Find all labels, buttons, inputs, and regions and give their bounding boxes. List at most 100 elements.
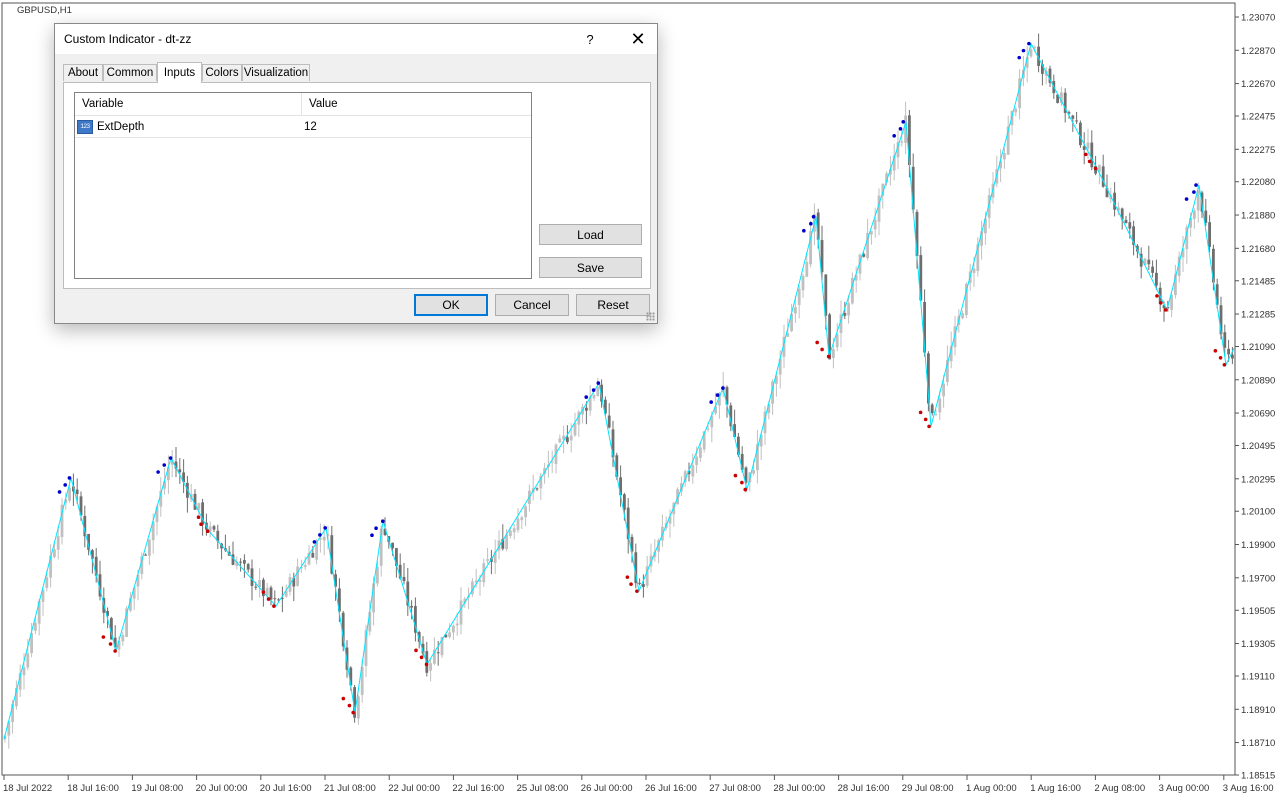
- price-tick-label: 1.21880: [1241, 211, 1275, 222]
- swing-high-marker: [57, 490, 62, 494]
- candle-body: [516, 518, 520, 531]
- tab-inputs[interactable]: Inputs: [157, 62, 202, 83]
- swing-high-marker: [802, 228, 806, 233]
- swing-low-marker: [199, 522, 203, 527]
- swing-high-marker: [709, 400, 713, 404]
- time-tick-label: 28 Jul 00:00: [773, 783, 825, 794]
- price-tick-label: 1.20890: [1241, 375, 1275, 386]
- swing-high-marker: [596, 381, 601, 385]
- time-tick-label: 1 Aug 00:00: [966, 783, 1017, 794]
- reset-button[interactable]: Reset: [576, 294, 650, 316]
- candle-body: [303, 565, 307, 567]
- variable-column-header[interactable]: Variable: [75, 93, 302, 115]
- price-tick-label: 1.23070: [1241, 13, 1275, 24]
- price-tick-label: 1.22870: [1241, 46, 1275, 57]
- time-tick-label: 25 Jul 08:00: [517, 783, 569, 794]
- candle-body: [459, 600, 463, 625]
- load-button[interactable]: Load: [539, 224, 642, 245]
- candle-body: [1193, 210, 1196, 219]
- value-cell[interactable]: 12: [304, 116, 531, 137]
- help-button[interactable]: ?: [575, 24, 605, 54]
- symbol-label: GBPUSD,H1: [17, 5, 72, 16]
- time-tick-label: 29 Jul 08:00: [902, 783, 954, 794]
- candle-body: [269, 587, 273, 600]
- candle-body: [250, 568, 254, 586]
- grid-header: Variable Value: [75, 93, 531, 116]
- swing-low-marker: [743, 487, 748, 492]
- tab-common[interactable]: Common: [103, 64, 157, 81]
- price-tick-label: 1.20690: [1241, 409, 1275, 420]
- candle-body: [265, 587, 269, 596]
- swing-low-marker: [625, 575, 630, 579]
- candle-body: [1147, 259, 1151, 265]
- ok-button[interactable]: OK: [414, 294, 488, 316]
- candle-body: [592, 395, 596, 399]
- price-tick-label: 1.20100: [1241, 507, 1275, 518]
- price-tick-label: 1.19305: [1241, 639, 1275, 650]
- candle-body: [752, 470, 755, 474]
- resize-grip[interactable]: [646, 312, 655, 321]
- price-tick-label: 1.22275: [1241, 145, 1275, 156]
- value-column-header[interactable]: Value: [302, 93, 531, 115]
- time-tick-label: 19 Jul 08:00: [131, 783, 183, 794]
- swing-low-marker: [1213, 348, 1218, 353]
- swing-high-marker: [898, 127, 903, 131]
- cancel-button[interactable]: Cancel: [495, 294, 569, 316]
- candle-body: [1079, 122, 1082, 146]
- swing-low-marker: [196, 515, 201, 520]
- candle-body: [934, 414, 938, 416]
- swing-low-marker: [113, 649, 117, 653]
- candle-body: [178, 469, 182, 473]
- candle-body: [75, 489, 79, 494]
- time-tick-label: 3 Aug 00:00: [1159, 783, 1210, 794]
- candle-body: [144, 554, 147, 556]
- swing-high-marker: [721, 386, 725, 390]
- candle-body: [254, 586, 258, 588]
- dialog-titlebar[interactable]: Custom Indicator - dt-zz ? ✕: [55, 24, 657, 54]
- tab-colors[interactable]: Colors: [202, 64, 242, 81]
- candle-body: [797, 288, 801, 305]
- time-tick-label: 22 Jul 16:00: [452, 783, 504, 794]
- price-tick-label: 1.19700: [1241, 573, 1275, 584]
- swing-low-marker: [341, 696, 346, 701]
- candle-body: [972, 268, 976, 274]
- candle-body: [1231, 354, 1234, 359]
- candle-body: [1227, 348, 1230, 355]
- swing-low-marker: [826, 354, 831, 359]
- candle-body: [524, 506, 527, 518]
- candle-body: [1029, 49, 1033, 57]
- price-tick-label: 1.20295: [1241, 474, 1275, 485]
- candle-body: [642, 584, 645, 588]
- swing-high-marker: [162, 463, 167, 467]
- price-tick-label: 1.22475: [1241, 112, 1275, 123]
- candle-body: [410, 605, 413, 608]
- variable-cell: 123 ExtDepth: [77, 116, 302, 137]
- time-tick-label: 18 Jul 2022: [3, 783, 52, 794]
- grid-row[interactable]: 123 ExtDepth 12: [75, 116, 531, 138]
- price-tick-label: 1.22080: [1241, 177, 1275, 188]
- swing-low-marker: [1163, 308, 1168, 312]
- candle-body: [486, 559, 489, 561]
- candle-body: [558, 438, 562, 443]
- swing-low-marker: [101, 635, 106, 639]
- swing-low-marker: [635, 589, 639, 593]
- candle-body: [391, 542, 394, 549]
- price-tick-label: 1.21285: [1241, 310, 1275, 321]
- close-icon[interactable]: ✕: [619, 24, 657, 54]
- candle-body: [53, 549, 56, 558]
- time-tick-label: 26 Jul 16:00: [645, 783, 697, 794]
- tab-about[interactable]: About: [63, 64, 103, 81]
- save-button[interactable]: Save: [539, 257, 642, 278]
- candle-body: [429, 663, 432, 671]
- integer-parameter-icon: 123: [77, 119, 93, 134]
- time-tick-label: 3 Aug 16:00: [1223, 783, 1274, 794]
- swing-high-marker: [67, 476, 72, 480]
- time-tick-label: 22 Jul 00:00: [388, 783, 440, 794]
- candle-body: [357, 696, 360, 719]
- tab-visualization[interactable]: Visualization: [242, 64, 310, 81]
- swing-high-marker: [584, 395, 589, 399]
- candle-body: [938, 398, 942, 413]
- swing-high-marker: [1027, 41, 1031, 46]
- candle-body: [843, 313, 847, 316]
- candle-body: [1155, 272, 1158, 286]
